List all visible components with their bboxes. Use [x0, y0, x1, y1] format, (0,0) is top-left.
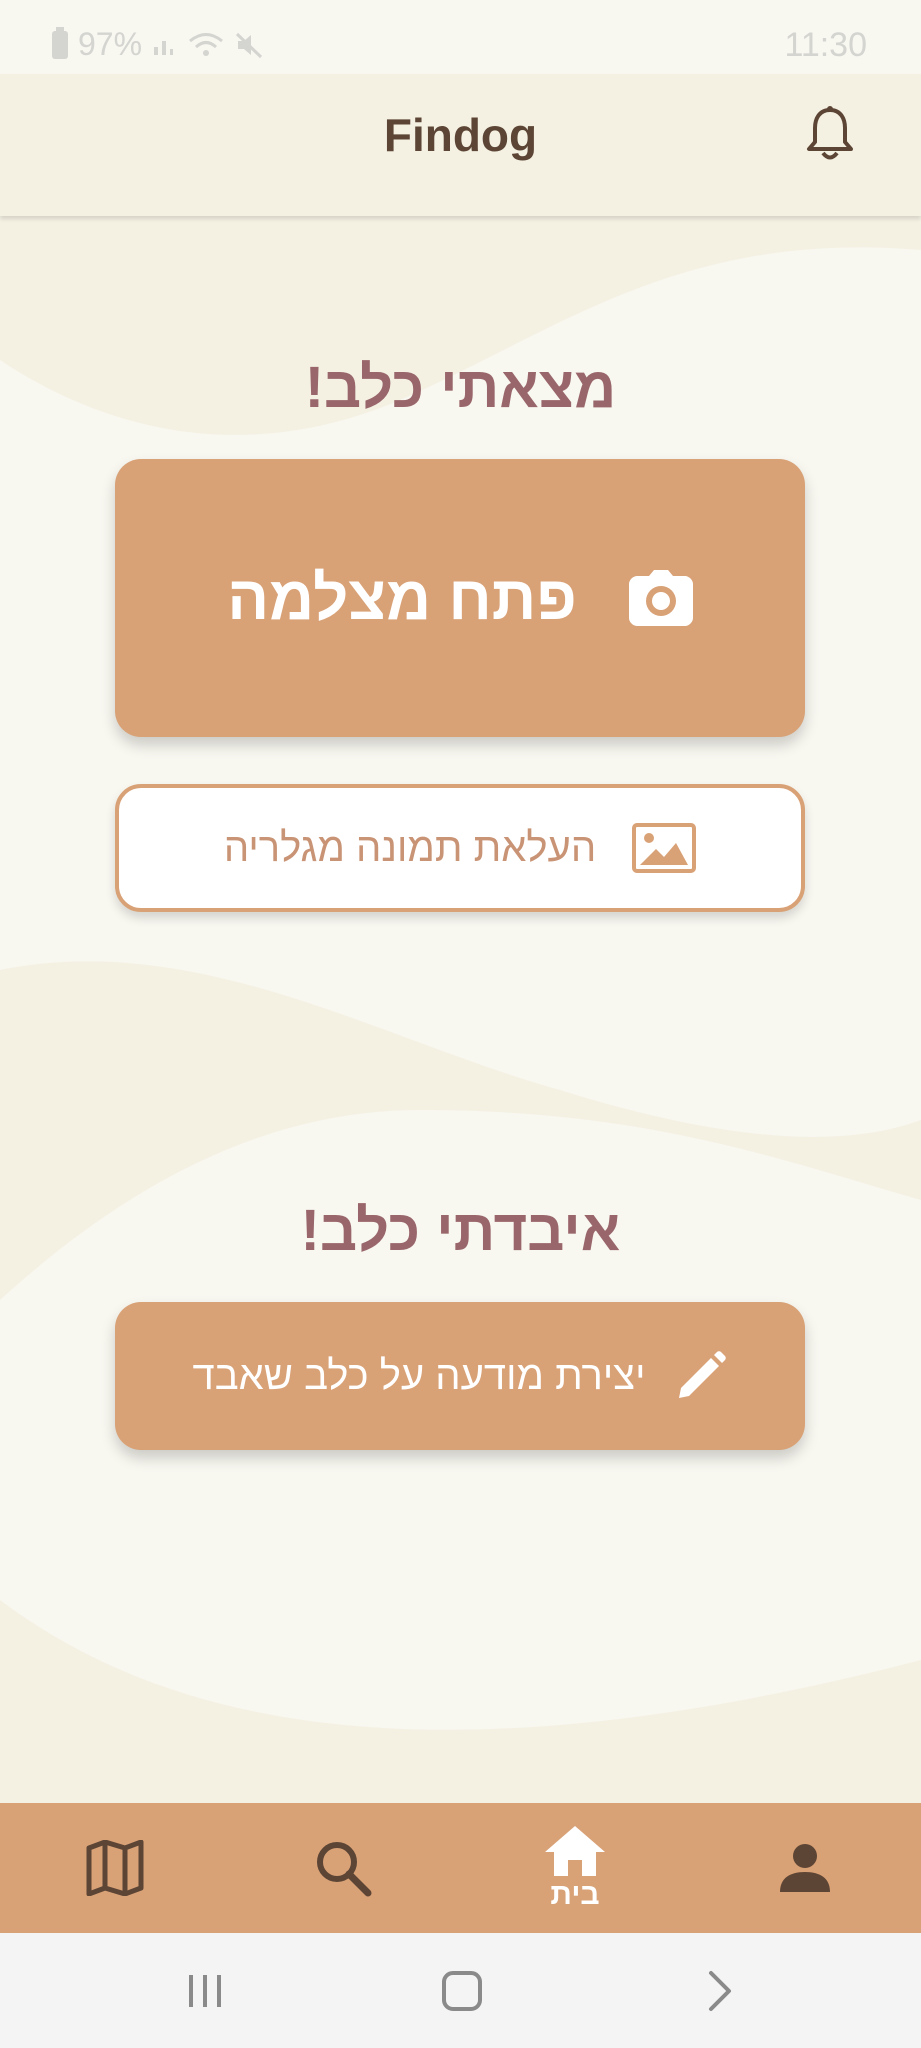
create-lost-dog-post-button[interactable]: יצירת מודעה על כלב שאבד [115, 1302, 805, 1450]
nav-home-label: בית [550, 1878, 600, 1911]
nav-map[interactable] [45, 1803, 185, 1933]
camera-icon [628, 570, 693, 626]
image-icon [632, 823, 697, 873]
battery-percent: 97% [78, 26, 143, 62]
clock: 11:30 [784, 26, 867, 64]
open-camera-button[interactable]: פתח מצלמה [115, 459, 805, 737]
back-button[interactable] [660, 1933, 780, 2048]
background-waves [0, 216, 921, 1803]
bottom-navigation: בית [0, 1803, 921, 1933]
wifi-icon [189, 32, 223, 56]
upload-gallery-label: העלאת תמונה מגלריה [223, 825, 597, 870]
upload-gallery-button[interactable]: העלאת תמונה מגלריה [115, 784, 805, 912]
home-square-icon [442, 1970, 482, 2011]
recent-apps-button[interactable] [145, 1933, 265, 2048]
app-bar: Findog [0, 74, 921, 216]
home-icon [545, 1826, 605, 1876]
lost-dog-title: איבדתי כלב! [300, 1198, 621, 1263]
search-icon [317, 1842, 372, 1897]
open-camera-label: פתח מצלמה [227, 563, 577, 633]
status-icons: 97% [52, 26, 264, 63]
recent-apps-icon [189, 1974, 221, 2007]
system-navigation-bar [0, 1933, 921, 2048]
nav-search[interactable] [273, 1803, 413, 1933]
nav-home[interactable]: בית [505, 1803, 645, 1933]
app-title: Findog [383, 109, 538, 161]
signal-icon [154, 40, 174, 55]
battery-icon [52, 26, 68, 59]
found-dog-title: מצאתי כלב! [304, 355, 617, 420]
chevron-right-icon [709, 1970, 731, 2011]
bell-icon[interactable] [802, 104, 858, 164]
nav-profile[interactable] [735, 1803, 875, 1933]
create-lost-dog-post-label: יצירת מודעה על כלב שאבד [192, 1353, 646, 1398]
home-system-button[interactable] [402, 1933, 522, 2048]
map-icon [86, 1840, 144, 1896]
person-icon [780, 1844, 830, 1892]
status-bar: 97% 11:30 [0, 0, 921, 74]
pencil-icon [679, 1351, 727, 1398]
mute-icon [236, 32, 263, 58]
